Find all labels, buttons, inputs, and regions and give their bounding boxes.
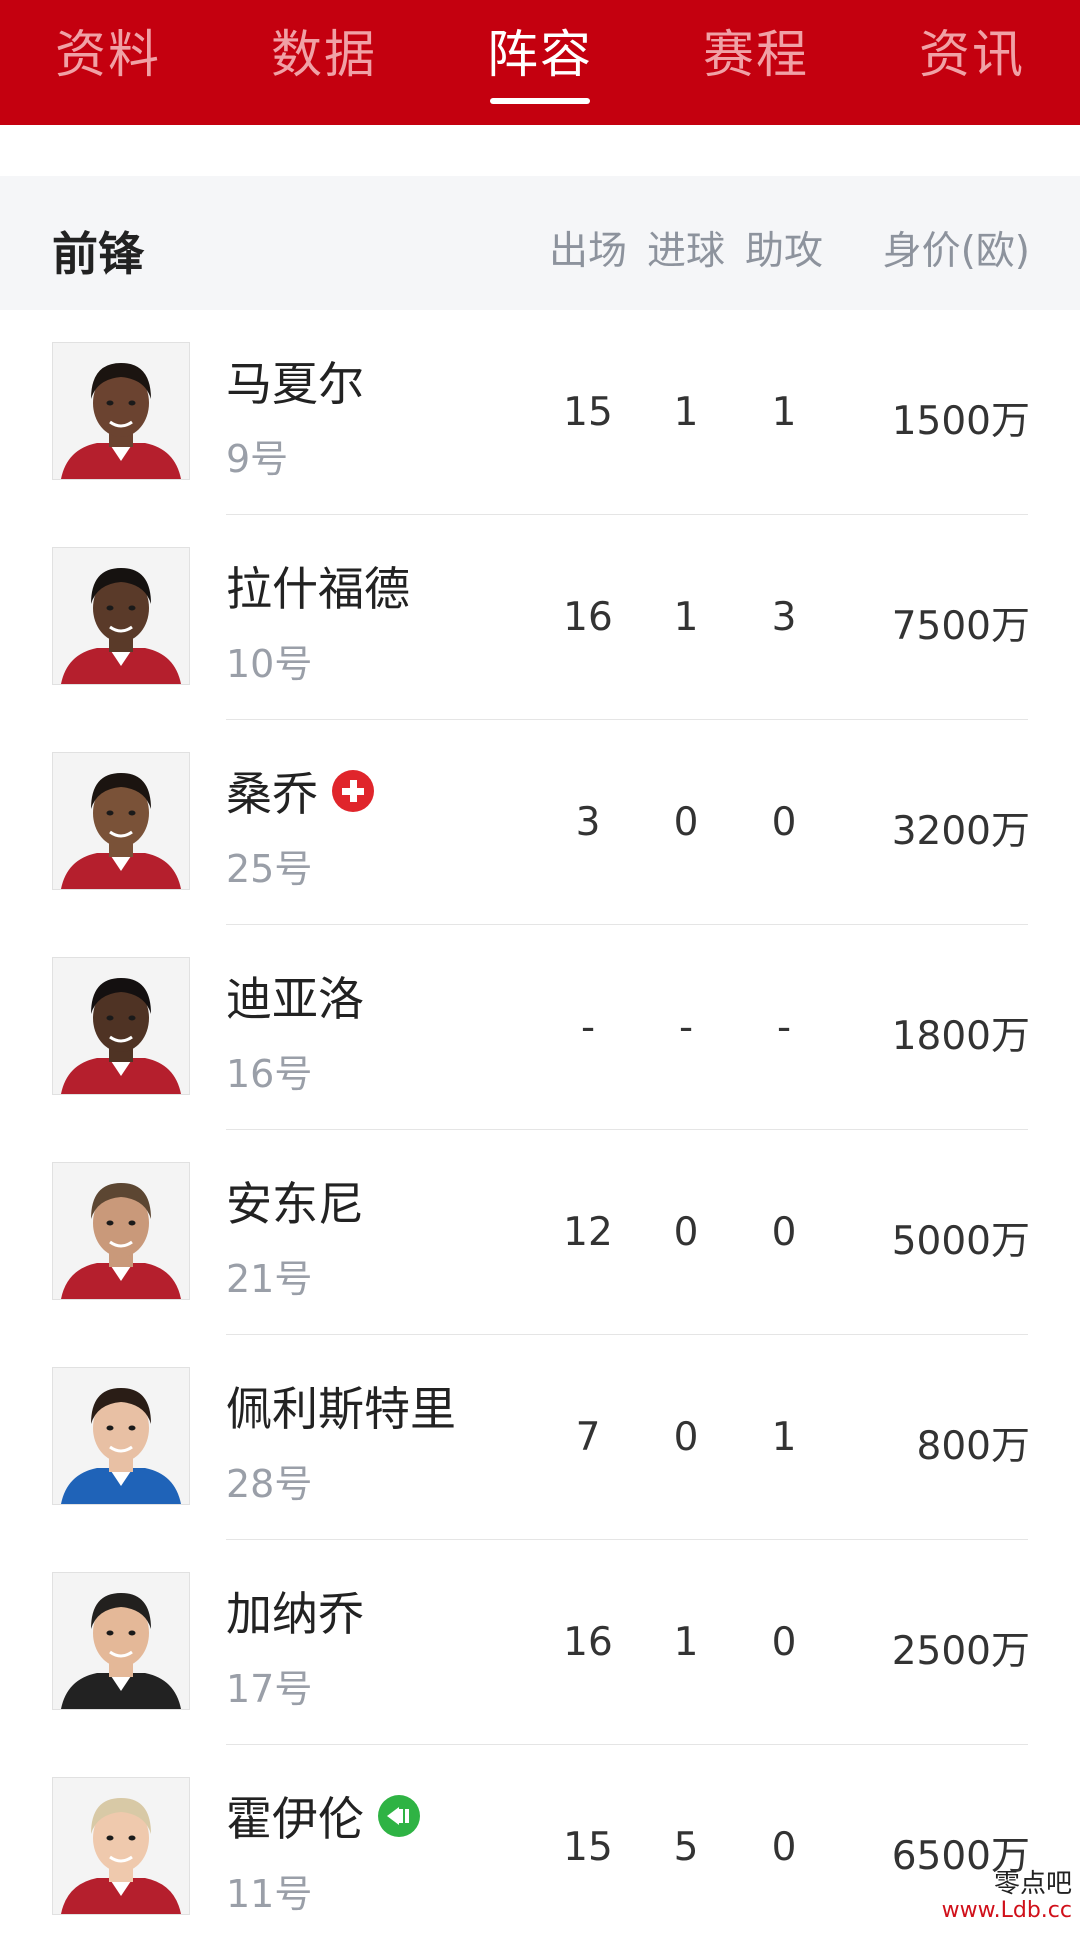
player-photo — [52, 1777, 190, 1915]
player-photo — [52, 1367, 190, 1505]
stat-assists: 0 — [771, 1825, 797, 1870]
column-header-apps: 出场 — [548, 229, 627, 274]
player-photo — [52, 1572, 190, 1710]
stat-assists: - — [776, 1005, 792, 1050]
player-name: 马夏尔 — [226, 357, 364, 411]
stat-value: 800万 — [916, 1424, 1030, 1469]
injury-icon — [332, 770, 374, 812]
stat-goals: 0 — [673, 1415, 699, 1460]
tab-label: 数据 — [270, 26, 377, 85]
stat-value: 2500万 — [891, 1629, 1030, 1674]
stat-goals: 0 — [673, 1210, 699, 1255]
stat-assists: 3 — [771, 595, 797, 640]
stat-assists: 0 — [771, 1210, 797, 1255]
player-number: 16号 — [226, 1052, 313, 1096]
substitute-icon — [378, 1795, 420, 1837]
player-number: 25号 — [226, 847, 313, 891]
player-photo — [52, 752, 190, 890]
tab-1[interactable]: 数据 — [216, 0, 432, 100]
stat-assists: 1 — [771, 390, 797, 435]
tab-label: 阵容 — [486, 26, 593, 85]
player-row[interactable]: 迪亚洛 16号 - - - 1800万 — [0, 925, 1080, 1130]
player-photo — [52, 1162, 190, 1300]
player-photo — [52, 957, 190, 1095]
stat-value: 3200万 — [891, 809, 1030, 854]
stat-apps: 15 — [563, 390, 613, 435]
stat-assists: 0 — [771, 800, 797, 845]
player-name: 拉什福德 — [226, 562, 410, 616]
section-title: 前锋 — [52, 227, 144, 281]
player-row[interactable]: 马夏尔 9号 15 1 1 1500万 — [0, 310, 1080, 515]
stat-goals: - — [678, 1005, 694, 1050]
watermark-url: www.Ldb.cc — [941, 1897, 1072, 1923]
player-name: 安东尼 — [226, 1177, 364, 1231]
tab-4[interactable]: 资讯 — [864, 0, 1080, 100]
column-header-assists: 助攻 — [744, 229, 823, 274]
player-number: 21号 — [226, 1257, 313, 1301]
player-row[interactable]: 霍伊伦 11号 15 5 0 6500万 — [0, 1745, 1080, 1950]
player-number: 9号 — [226, 437, 289, 481]
stat-apps: 7 — [575, 1415, 601, 1460]
stat-apps: 12 — [563, 1210, 613, 1255]
tab-label: 资讯 — [918, 26, 1025, 85]
stat-apps: 3 — [575, 800, 601, 845]
spacer — [0, 125, 1080, 176]
player-name: 迪亚洛 — [226, 972, 364, 1026]
player-number: 28号 — [226, 1462, 313, 1506]
top-tab-bar: 资料 数据 阵容 赛程 资讯 — [0, 0, 1080, 125]
watermark-name: 零点吧 — [993, 1869, 1072, 1900]
watermark: 零点吧 www.Ldb.cc — [942, 1870, 1072, 1923]
stat-goals: 0 — [673, 800, 699, 845]
player-name: 桑乔 — [226, 767, 318, 821]
column-header-goals: 进球 — [646, 229, 725, 274]
tab-label: 资料 — [54, 26, 161, 85]
player-row[interactable]: 桑乔 25号 3 0 0 3200万 — [0, 720, 1080, 925]
stat-apps: - — [580, 1005, 596, 1050]
stat-goals: 1 — [673, 390, 699, 435]
tab-3[interactable]: 赛程 — [648, 0, 864, 100]
player-row[interactable]: 拉什福德 10号 16 1 3 7500万 — [0, 515, 1080, 720]
player-name: 加纳乔 — [226, 1587, 364, 1641]
stat-value: 5000万 — [891, 1219, 1030, 1264]
player-photo — [52, 342, 190, 480]
tab-label: 赛程 — [702, 26, 809, 85]
stat-value: 1800万 — [891, 1014, 1030, 1059]
player-number: 17号 — [226, 1667, 313, 1711]
stat-assists: 0 — [771, 1620, 797, 1665]
player-name: 佩利斯特里 — [226, 1382, 456, 1436]
tab-0[interactable]: 资料 — [0, 0, 216, 100]
section-header: 前锋 出场 进球 助攻 身价(欧) — [0, 176, 1080, 310]
player-number: 10号 — [226, 642, 313, 686]
player-row[interactable]: 佩利斯特里 28号 7 0 1 800万 — [0, 1335, 1080, 1540]
active-tab-indicator — [490, 98, 590, 104]
stat-value: 1500万 — [891, 399, 1030, 444]
player-row[interactable]: 安东尼 21号 12 0 0 5000万 — [0, 1130, 1080, 1335]
column-header-value: 身价(欧) — [882, 229, 1030, 274]
stat-goals: 1 — [673, 1620, 699, 1665]
stat-apps: 15 — [563, 1825, 613, 1870]
player-number: 11号 — [226, 1872, 313, 1916]
stat-apps: 16 — [563, 1620, 613, 1665]
stat-value: 7500万 — [891, 604, 1030, 649]
player-name: 霍伊伦 — [226, 1792, 364, 1846]
tab-2[interactable]: 阵容 — [432, 0, 648, 104]
stat-apps: 16 — [563, 595, 613, 640]
player-row[interactable]: 加纳乔 17号 16 1 0 2500万 — [0, 1540, 1080, 1745]
stat-goals: 1 — [673, 595, 699, 640]
stat-assists: 1 — [771, 1415, 797, 1460]
stat-goals: 5 — [673, 1825, 699, 1870]
player-photo — [52, 547, 190, 685]
